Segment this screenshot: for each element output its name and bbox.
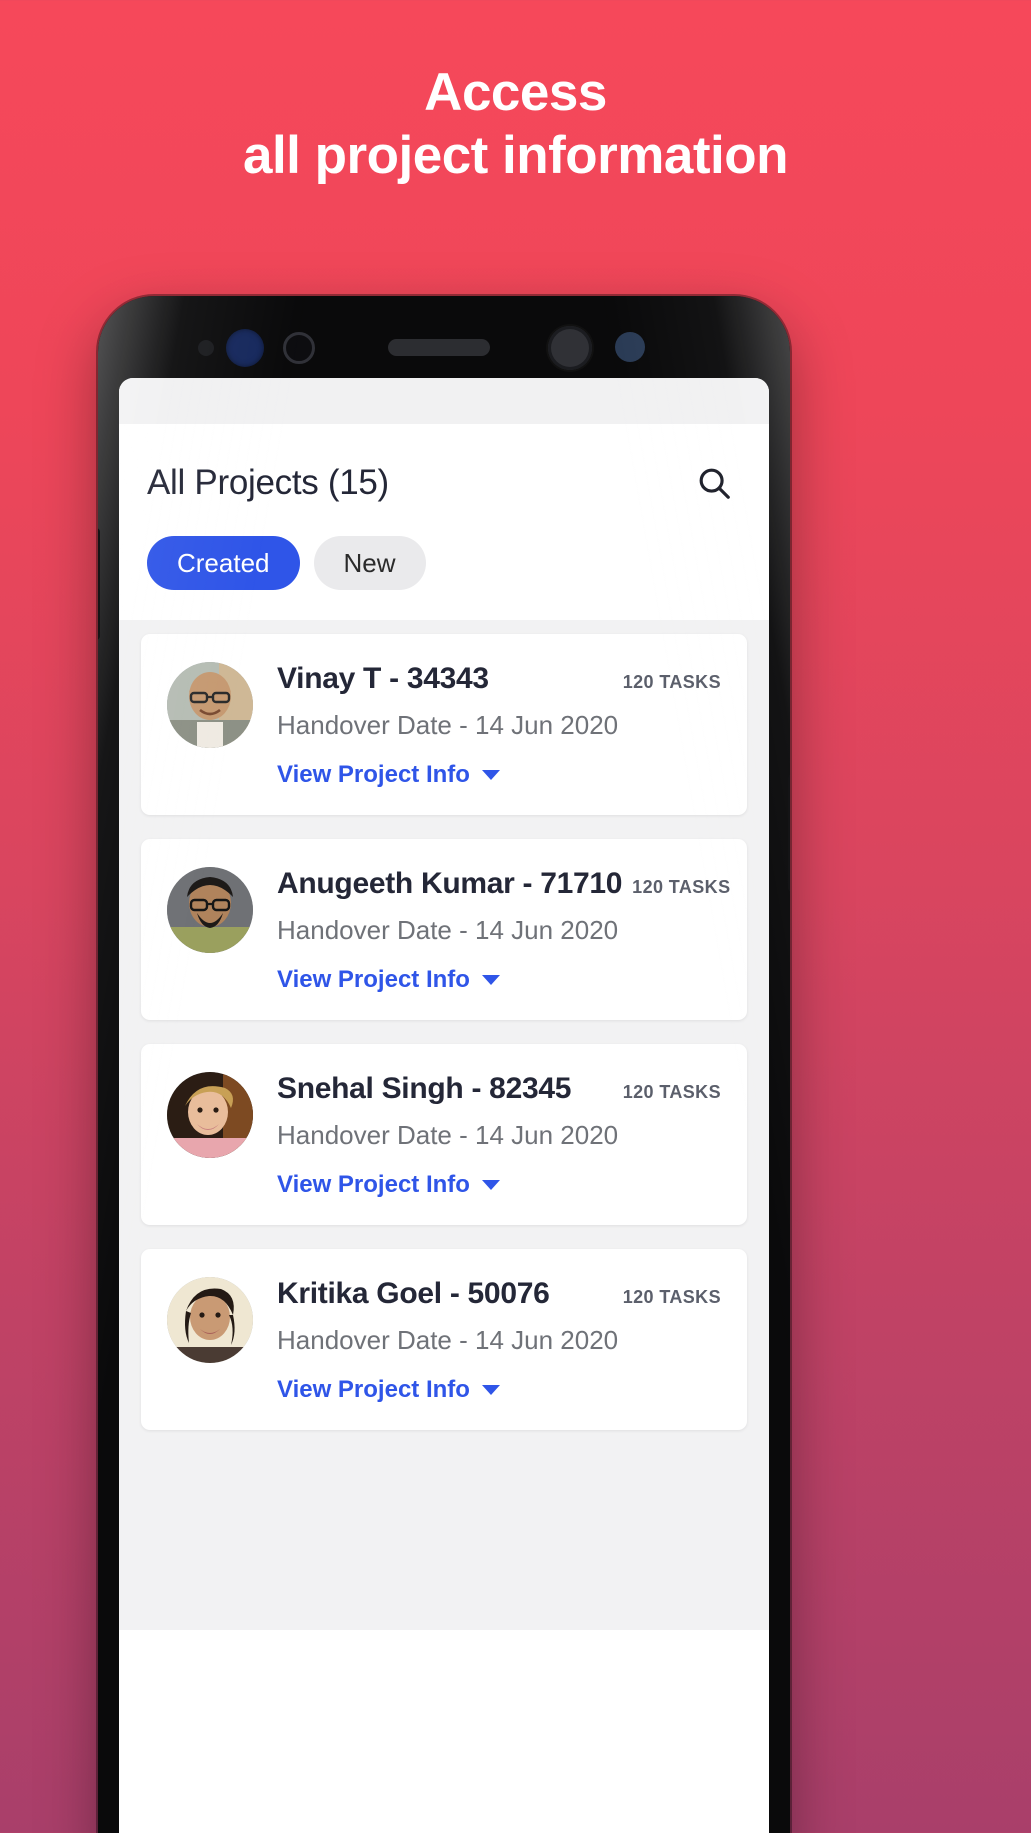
status-bar bbox=[119, 378, 769, 424]
search-button[interactable] bbox=[691, 460, 737, 506]
promo-headline: Access all project information bbox=[0, 62, 1031, 187]
view-project-info-link[interactable]: View Project Info bbox=[277, 966, 500, 994]
power-button[interactable] bbox=[788, 774, 790, 892]
avatar bbox=[167, 867, 253, 953]
handover-date: Handover Date - 14 Jun 2020 bbox=[277, 710, 619, 740]
phone-top-bezel bbox=[98, 296, 790, 378]
infrared-sensor-icon bbox=[283, 332, 315, 364]
project-card[interactable]: Anugeeth Kumar - 71710 120 TASKS Handove… bbox=[141, 839, 747, 1020]
iris-scanner-icon bbox=[226, 329, 264, 367]
task-count-badge: 120 TASKS bbox=[622, 1287, 721, 1307]
handover-date: Handover Date - 14 Jun 2020 bbox=[277, 1325, 619, 1355]
project-name: Snehal Singh - 82345 bbox=[277, 1072, 572, 1105]
avatar-snehal-icon bbox=[167, 1072, 253, 1158]
search-icon bbox=[695, 464, 733, 502]
view-project-info-link[interactable]: View Project Info bbox=[277, 1171, 500, 1199]
avatar-anugeeth-icon bbox=[167, 867, 253, 953]
task-count-badge: 120 TASKS bbox=[622, 1082, 721, 1102]
project-card-body: Anugeeth Kumar - 71710 120 TASKS Handove… bbox=[277, 867, 730, 994]
avatar bbox=[167, 1277, 253, 1363]
app-bar: All Projects (15) Created New bbox=[119, 424, 769, 620]
view-project-info-link[interactable]: View Project Info bbox=[277, 761, 500, 789]
project-card[interactable]: Snehal Singh - 82345 120 TASKS Handover … bbox=[141, 1044, 747, 1225]
task-count-badge: 120 TASKS bbox=[632, 877, 731, 897]
phone-device-frame: All Projects (15) Created New Vinay T - … bbox=[98, 296, 790, 1833]
promo-line-1: Access bbox=[424, 63, 607, 122]
view-project-info-link[interactable]: View Project Info bbox=[277, 1376, 500, 1404]
chevron-down-icon bbox=[481, 1180, 500, 1190]
project-name: Kritika Goel - 50076 bbox=[277, 1277, 550, 1310]
chevron-down-icon bbox=[481, 1385, 500, 1395]
project-card-body: Snehal Singh - 82345 120 TASKS Handover … bbox=[277, 1072, 721, 1199]
project-list[interactable]: Vinay T - 34343 120 TASKS Handover Date … bbox=[119, 620, 769, 1630]
page-title: All Projects (15) bbox=[147, 463, 389, 502]
avatar-kritika-icon bbox=[167, 1277, 253, 1363]
avatar bbox=[167, 1072, 253, 1158]
front-camera-icon bbox=[548, 326, 592, 370]
light-sensor-icon bbox=[615, 332, 645, 362]
handover-date: Handover Date - 14 Jun 2020 bbox=[277, 1120, 619, 1150]
assistant-button[interactable] bbox=[98, 848, 100, 946]
list-bottom-spacer bbox=[119, 1630, 769, 1750]
view-project-info-label: View Project Info bbox=[277, 761, 470, 788]
filter-chip-created[interactable]: Created bbox=[147, 536, 300, 590]
avatar-vinay-icon bbox=[167, 662, 253, 748]
project-card[interactable]: Kritika Goel - 50076 120 TASKS Handover … bbox=[141, 1249, 747, 1430]
project-card[interactable]: Vinay T - 34343 120 TASKS Handover Date … bbox=[141, 634, 747, 815]
volume-button[interactable] bbox=[98, 528, 100, 640]
chevron-down-icon bbox=[481, 975, 500, 985]
handover-date: Handover Date - 14 Jun 2020 bbox=[277, 915, 619, 945]
avatar bbox=[167, 662, 253, 748]
filter-chip-group: Created New bbox=[147, 506, 741, 620]
project-name: Anugeeth Kumar - 71710 bbox=[277, 867, 623, 900]
filter-chip-new[interactable]: New bbox=[313, 536, 426, 590]
project-card-body: Kritika Goel - 50076 120 TASKS Handover … bbox=[277, 1277, 721, 1404]
proximity-sensor-icon bbox=[198, 340, 214, 356]
project-name: Vinay T - 34343 bbox=[277, 662, 489, 695]
view-project-info-label: View Project Info bbox=[277, 1171, 470, 1198]
chevron-down-icon bbox=[481, 770, 500, 780]
phone-screen: All Projects (15) Created New Vinay T - … bbox=[119, 378, 769, 1833]
task-count-badge: 120 TASKS bbox=[622, 672, 721, 692]
view-project-info-label: View Project Info bbox=[277, 966, 470, 993]
view-project-info-label: View Project Info bbox=[277, 1376, 470, 1403]
earpiece-speaker-icon bbox=[388, 339, 490, 356]
promo-line-2: all project information bbox=[242, 125, 789, 185]
project-card-body: Vinay T - 34343 120 TASKS Handover Date … bbox=[277, 662, 721, 789]
